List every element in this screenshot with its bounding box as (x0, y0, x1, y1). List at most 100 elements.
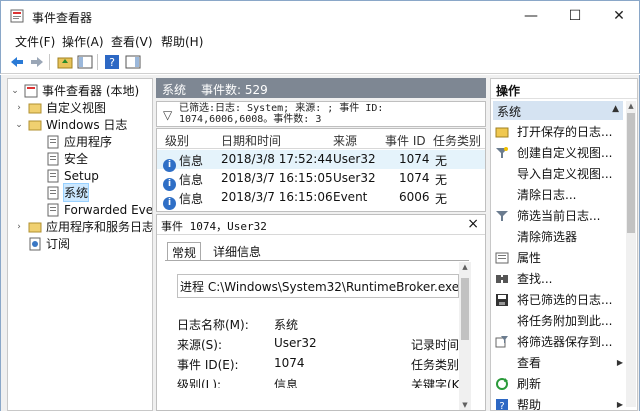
help-icon[interactable]: ? (104, 54, 120, 70)
scroll-thumb[interactable] (627, 113, 635, 233)
tab-details[interactable]: 详细信息 (209, 242, 265, 260)
tree-item-root[interactable]: ⌄ 事件查看器 (本地) (10, 82, 139, 99)
scroll-up-icon[interactable]: ▲ (459, 263, 471, 271)
log-icon (47, 186, 59, 199)
event-description: 进程 C:\Windows\System32\RuntimeBroker.exe… (177, 274, 459, 298)
svg-text:?: ? (499, 401, 504, 411)
action-help[interactable]: ? 帮助 ▶ (495, 395, 627, 411)
refresh-icon (496, 377, 508, 390)
action-open-saved-log[interactable]: 打开保存的日志... (495, 122, 627, 141)
scroll-thumb[interactable] (461, 278, 469, 340)
menu-bar: 文件(F) 操作(A) 查看(V) 帮助(H) (0, 30, 640, 50)
tree-item-forwarded-events[interactable]: Forwarded Event (32, 201, 152, 218)
collapse-arrow-icon[interactable]: ⌄ (10, 86, 20, 96)
folder-icon (28, 222, 42, 232)
expand-arrow-icon[interactable]: › (14, 222, 24, 232)
tree-item-subscriptions[interactable]: 订阅 (14, 235, 70, 252)
actions-title: 操作 (491, 79, 637, 99)
menu-help[interactable]: 帮助(H) (161, 33, 203, 50)
actions-pane: 操作 系统 ▲ 打开保存的日志... 创建自定义视图... 导入自定义视图...… (490, 78, 638, 411)
scroll-down-icon[interactable]: ▼ (459, 401, 471, 409)
source-label: 来源(S): (177, 338, 223, 352)
action-view[interactable]: 查看 ▶ (495, 353, 627, 372)
minimize-button[interactable]: — (509, 1, 553, 31)
tree-item-setup[interactable]: Setup (32, 167, 99, 184)
column-header-level[interactable]: 级别 (165, 132, 189, 149)
table-row[interactable]: i 信息 2018/3/7 16:15:05 User32 1074 无 (157, 169, 485, 191)
level-value: 信息 (274, 378, 299, 388)
expand-arrow-icon[interactable]: › (14, 103, 24, 113)
log-icon (47, 152, 59, 165)
action-attach-task[interactable]: 将任务附加到此... (495, 311, 627, 330)
column-header-task-category[interactable]: 任务类别 (433, 132, 481, 149)
task-category-label: 任务类别( (411, 358, 464, 372)
column-header-event-id[interactable]: 事件 ID (385, 132, 426, 149)
show-tree-icon[interactable] (77, 54, 93, 70)
tree-item-windows-logs[interactable]: ⌄ Windows 日志 (14, 116, 127, 133)
event-viewer-icon (10, 9, 24, 23)
event-id-label: 事件 ID(E): (177, 358, 239, 372)
menu-file[interactable]: 文件(F) (15, 33, 55, 50)
table-header: 级别 日期和时间 来源 事件 ID 任务类别 (157, 129, 485, 149)
action-save-filtered-log[interactable]: 将已筛选的日志... (495, 290, 627, 309)
action-refresh[interactable]: 刷新 (495, 374, 627, 393)
toolbar: ? (0, 50, 640, 74)
action-properties[interactable]: 属性 (495, 248, 627, 267)
scroll-up-icon[interactable]: ▲ (626, 102, 636, 110)
action-find[interactable]: 查找... (495, 269, 627, 288)
folder-up-icon[interactable] (57, 54, 73, 70)
detail-scrollbar[interactable]: ▲ ▼ (459, 262, 471, 410)
menu-action[interactable]: 操作(A) (62, 33, 104, 50)
filter-icon: ▽ (163, 108, 173, 122)
folder-icon (28, 103, 42, 113)
forward-arrow-icon[interactable] (29, 54, 45, 70)
action-create-custom-view[interactable]: 创建自定义视图... (495, 143, 627, 162)
table-row[interactable]: i 信息 2018/3/8 17:52:44 User32 1074 无 (157, 150, 485, 172)
filter-icon (496, 210, 508, 221)
center-pane: 系统 事件数: 529 ▽ 已筛选:日志: System; 来源: ; 事件 I… (156, 78, 486, 411)
back-arrow-icon[interactable] (9, 54, 25, 70)
log-icon (47, 203, 59, 216)
filter-description: 已筛选:日志: System; 来源: ; 事件 ID: 1074,6006,6… (179, 103, 384, 125)
log-name-label: 日志名称(M): (177, 318, 249, 332)
tree-item-apps-services[interactable]: › 应用程序和服务日志 (14, 218, 152, 235)
close-button[interactable]: ✕ (597, 1, 640, 31)
submenu-arrow-icon: ▶ (616, 358, 623, 367)
keywords-label: 关键字(K) (411, 378, 465, 388)
event-id-value: 1074 (274, 356, 305, 370)
menu-view[interactable]: 查看(V) (111, 33, 153, 50)
actions-scrollbar[interactable]: ▲ (626, 101, 636, 407)
action-clear-filter[interactable]: 清除筛选器 (495, 227, 627, 246)
maximize-button[interactable]: ☐ (553, 1, 597, 31)
event-count: 事件数: 529 (201, 83, 268, 97)
column-header-source[interactable]: 来源 (333, 132, 357, 149)
log-icon (47, 169, 59, 182)
window-title: 事件查看器 (32, 11, 93, 25)
collapse-section-icon[interactable]: ▲ (612, 104, 619, 114)
action-clear-log[interactable]: 清除日志... (495, 185, 627, 204)
event-detail-panel: 事件 1074，User32 × 常规 详细信息 进程 C:\Windows\S… (156, 214, 486, 411)
log-header: 系统 事件数: 529 (156, 78, 486, 98)
actions-section-system[interactable]: 系统 ▲ (493, 101, 623, 120)
help-icon: ? (496, 398, 508, 411)
event-viewer-icon (24, 84, 38, 97)
tab-general[interactable]: 常规 (167, 242, 202, 260)
action-import-custom-view[interactable]: 导入自定义视图... (495, 164, 627, 183)
action-filter-current-log[interactable]: 筛选当前日志... (495, 206, 627, 225)
svg-text:?: ? (109, 56, 115, 69)
folder-icon (495, 127, 509, 137)
show-action-pane-icon[interactable] (125, 54, 141, 70)
column-header-datetime[interactable]: 日期和时间 (221, 132, 281, 149)
tree-item-custom-views[interactable]: › 自定义视图 (14, 99, 106, 116)
tree-item-application[interactable]: 应用程序 (32, 133, 112, 150)
title-bar: 事件查看器 — ☐ ✕ (0, 0, 640, 30)
tree-item-system[interactable]: 系统 (32, 183, 90, 202)
close-detail-icon[interactable]: × (467, 216, 479, 232)
folder-icon (28, 120, 42, 130)
collapse-arrow-icon[interactable]: ⌄ (14, 120, 24, 130)
action-save-filter[interactable]: 将筛选器保存到... (495, 332, 627, 351)
tree-item-security[interactable]: 安全 (32, 150, 88, 167)
submenu-arrow-icon: ▶ (616, 400, 623, 409)
table-row[interactable]: i 信息 2018/3/7 16:15:06 Event 6006 无 (157, 188, 485, 210)
detail-title: 事件 1074，User32 (161, 220, 267, 233)
